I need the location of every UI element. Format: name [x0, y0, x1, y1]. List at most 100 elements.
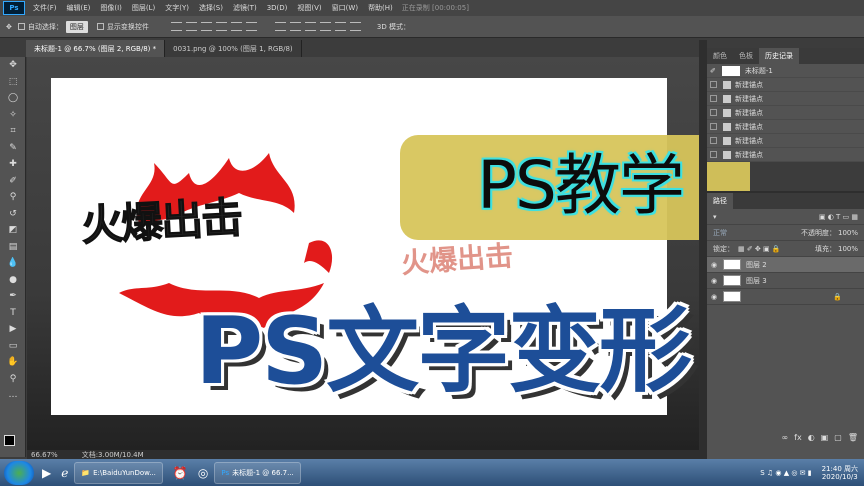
ie-icon[interactable]: ℯ: [61, 466, 68, 480]
tab-paths[interactable]: 路径: [707, 193, 733, 209]
browser-icon[interactable]: ◎: [198, 466, 208, 480]
tab-color[interactable]: 颜色: [707, 48, 733, 64]
clock[interactable]: 21:40 周六 2020/10/3: [822, 465, 858, 481]
distribute-right-icon[interactable]: [349, 22, 361, 31]
history-item[interactable]: 新建锚点: [707, 148, 864, 162]
distribute-center-icon[interactable]: [334, 22, 346, 31]
menu-type[interactable]: 文字(Y): [160, 3, 194, 13]
align-middle-icon[interactable]: [185, 22, 197, 31]
tab-0031-png[interactable]: 0031.png @ 100% (图层 1, RGB/8): [165, 40, 302, 57]
eyedropper-tool-icon[interactable]: ✎: [0, 140, 26, 157]
eye-icon[interactable]: ◉: [711, 277, 719, 285]
path-selection-tool-icon[interactable]: ▶: [0, 321, 26, 338]
hand-tool-icon[interactable]: ✋: [0, 354, 26, 371]
history-checkbox[interactable]: [710, 81, 717, 88]
filter-icons[interactable]: ▣ ◐ T ▭ ▦: [819, 213, 858, 221]
align-right-icon[interactable]: [245, 22, 257, 31]
alarm-icon[interactable]: ⏰: [173, 466, 188, 480]
brush-tool-icon[interactable]: ✐: [0, 173, 26, 190]
eye-icon[interactable]: ◉: [711, 261, 719, 269]
history-item[interactable]: 新建锚点: [707, 92, 864, 106]
tab-untitled-1[interactable]: 未标题-1 @ 66.7% (图层 2, RGB/8) *: [26, 40, 166, 57]
history-item[interactable]: 新建锚点: [707, 120, 864, 134]
menu-view[interactable]: 视图(V): [292, 3, 326, 13]
menu-window[interactable]: 窗口(W): [327, 3, 363, 13]
mask-icon[interactable]: ◐: [808, 433, 815, 447]
filter-kind-icon[interactable]: ▾: [713, 213, 717, 221]
trash-icon[interactable]: 🗑: [848, 433, 858, 447]
eraser-tool-icon[interactable]: ◩: [0, 222, 26, 239]
more-tools-icon[interactable]: …: [0, 387, 26, 404]
history-brush-tool-icon[interactable]: ↺: [0, 206, 26, 223]
move-tool-icon[interactable]: ✥: [6, 23, 12, 31]
history-checkbox[interactable]: [710, 123, 717, 130]
history-item[interactable]: 新建锚点: [707, 134, 864, 148]
move-tool-icon[interactable]: ✥: [0, 57, 26, 74]
layer-row-background[interactable]: ◉ 🔒: [707, 289, 864, 305]
history-checkbox[interactable]: [710, 95, 717, 102]
distribute-left-icon[interactable]: [319, 22, 331, 31]
auto-select-dropdown[interactable]: 图层: [65, 20, 88, 33]
menu-image[interactable]: 图像(I): [95, 3, 127, 13]
media-player-icon[interactable]: ▶: [42, 466, 51, 480]
menu-filter[interactable]: 滤镜(T): [228, 3, 262, 13]
gradient-tool-icon[interactable]: ▤: [0, 239, 26, 256]
auto-select-checkbox[interactable]: [17, 23, 25, 30]
blend-mode-select[interactable]: 正常: [713, 228, 727, 238]
lasso-tool-icon[interactable]: ◯: [0, 90, 26, 107]
layer-name[interactable]: 图层 3: [746, 276, 767, 286]
blur-tool-icon[interactable]: 💧: [0, 255, 26, 272]
tab-history[interactable]: 历史记录: [759, 48, 799, 64]
healing-brush-tool-icon[interactable]: ✚: [0, 156, 26, 173]
canvas-area[interactable]: 火爆出击 火爆出击 PS教学 PS文字变形: [27, 57, 750, 450]
menu-help[interactable]: 帮助(H): [363, 3, 398, 13]
adjustment-icon[interactable]: ▣: [821, 433, 829, 447]
marquee-tool-icon[interactable]: ⬚: [0, 74, 26, 91]
link-icon[interactable]: ∞: [782, 433, 789, 447]
crop-tool-icon[interactable]: ⌗: [0, 123, 26, 140]
pen-tool-icon[interactable]: ✒: [0, 288, 26, 305]
type-tool-icon[interactable]: T: [0, 305, 26, 322]
history-snapshot[interactable]: ✐ 未标题-1: [707, 64, 864, 78]
history-checkbox[interactable]: [710, 151, 717, 158]
layer-name[interactable]: 图层 2: [746, 260, 767, 270]
opacity-value[interactable]: 100%: [838, 229, 858, 237]
distribute-middle-icon[interactable]: [289, 22, 301, 31]
show-transform-checkbox[interactable]: [96, 23, 104, 30]
history-item[interactable]: 新建锚点: [707, 78, 864, 92]
tray-icons[interactable]: S ♫ ◉ ▲ ◎ ✉ ▮: [760, 469, 811, 477]
clone-stamp-tool-icon[interactable]: ⚲: [0, 189, 26, 206]
start-button[interactable]: [4, 460, 34, 485]
history-checkbox[interactable]: [710, 109, 717, 116]
foreground-color-swatch[interactable]: [4, 435, 15, 446]
history-brush-icon[interactable]: ✐: [710, 67, 716, 75]
distribute-bottom-icon[interactable]: [304, 22, 316, 31]
new-layer-icon[interactable]: ▢: [834, 433, 842, 447]
zoom-tool-icon[interactable]: ⚲: [0, 371, 26, 388]
tab-swatches[interactable]: 色板: [733, 48, 759, 64]
fill-value[interactable]: 100%: [838, 245, 858, 253]
taskbar-photoshop[interactable]: Ps 未标题-1 @ 66.7...: [214, 461, 301, 484]
menu-file[interactable]: 文件(F): [28, 3, 62, 13]
shape-tool-icon[interactable]: ▭: [0, 338, 26, 355]
fx-icon[interactable]: fx: [794, 433, 802, 447]
menu-select[interactable]: 选择(S): [194, 3, 228, 13]
layer-row[interactable]: ◉ 图层 2: [707, 257, 864, 273]
zoom-level[interactable]: 66.67%: [31, 451, 58, 459]
taskbar-explorer[interactable]: 📁 E:\BaiduYunDow...: [74, 461, 163, 484]
align-bottom-icon[interactable]: [200, 22, 212, 31]
history-item[interactable]: 新建锚点: [707, 106, 864, 120]
dodge-tool-icon[interactable]: ●: [0, 272, 26, 289]
align-center-icon[interactable]: [230, 22, 242, 31]
distribute-top-icon[interactable]: [274, 22, 286, 31]
align-left-icon[interactable]: [215, 22, 227, 31]
lock-icons[interactable]: ▦ ✐ ✥ ▣ 🔒: [738, 245, 781, 253]
menu-layer[interactable]: 图层(L): [127, 3, 160, 13]
layer-row[interactable]: ◉ 图层 3: [707, 273, 864, 289]
align-top-icon[interactable]: [170, 22, 182, 31]
menu-edit[interactable]: 编辑(E): [62, 3, 96, 13]
menu-3d[interactable]: 3D(D): [262, 4, 293, 12]
eye-icon[interactable]: ◉: [711, 293, 719, 301]
history-checkbox[interactable]: [710, 137, 717, 144]
magic-wand-tool-icon[interactable]: ✧: [0, 107, 26, 124]
